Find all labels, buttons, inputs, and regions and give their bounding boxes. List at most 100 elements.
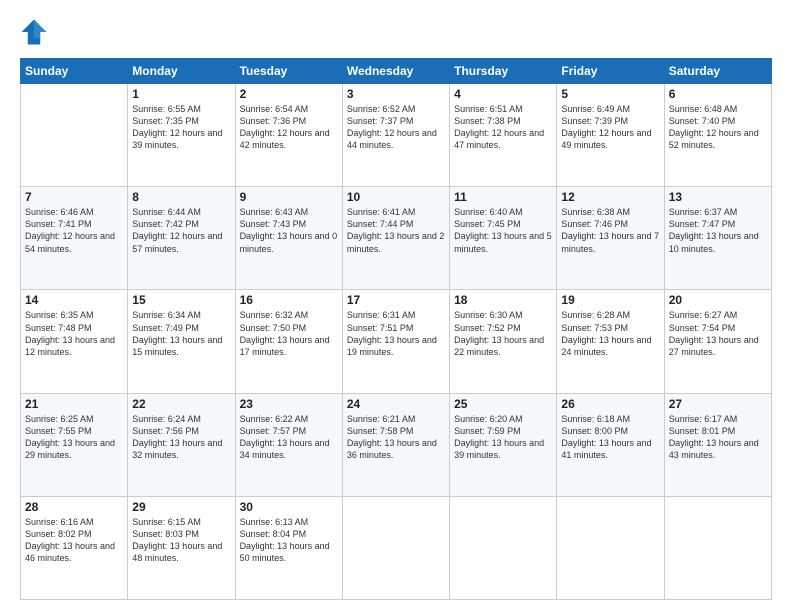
header — [20, 18, 772, 46]
cell-info: Sunrise: 6:40 AMSunset: 7:45 PMDaylight:… — [454, 206, 552, 255]
day-number: 30 — [240, 500, 338, 514]
calendar-cell: 9 Sunrise: 6:43 AMSunset: 7:43 PMDaylight… — [235, 187, 342, 290]
day-number: 22 — [132, 397, 230, 411]
calendar-cell: 12Sunrise: 6:38 AMSunset: 7:46 PMDayligh… — [557, 187, 664, 290]
calendar-cell: 13 Sunrise: 6:37 AMSunset: 7:47 PMDayligh… — [664, 187, 771, 290]
day-number: 12 — [561, 190, 659, 204]
day-number: 26 — [561, 397, 659, 411]
day-number: 3 — [347, 87, 445, 101]
logo-icon — [20, 18, 48, 46]
cell-info: Sunrise: 6:32 AMSunset: 7:50 PMDaylight:… — [240, 309, 338, 358]
day-number: 27 — [669, 397, 767, 411]
day-number: 19 — [561, 293, 659, 307]
day-number: 2 — [240, 87, 338, 101]
day-number: 5 — [561, 87, 659, 101]
day-number: 1 — [132, 87, 230, 101]
calendar-header-row: SundayMondayTuesdayWednesdayThursdayFrid… — [21, 59, 772, 84]
cell-info: Sunrise: 6:27 AMSunset: 7:54 PMDaylight:… — [669, 309, 767, 358]
cell-info: Sunrise: 6:24 AMSunset: 7:56 PMDaylight:… — [132, 413, 230, 462]
calendar-cell: 18Sunrise: 6:30 AMSunset: 7:52 PMDayligh… — [450, 290, 557, 393]
calendar-day-header: Saturday — [664, 59, 771, 84]
calendar-cell: 21 Sunrise: 6:25 AMSunset: 7:55 PMDayligh… — [21, 393, 128, 496]
calendar-cell: 1 Sunrise: 6:55 AMSunset: 7:35 PMDaylight… — [128, 84, 235, 187]
day-number: 20 — [669, 293, 767, 307]
cell-info: Sunrise: 6:31 AMSunset: 7:51 PMDaylight:… — [347, 309, 445, 358]
day-number: 23 — [240, 397, 338, 411]
calendar-cell: 2 Sunrise: 6:54 AMSunset: 7:36 PMDaylight… — [235, 84, 342, 187]
cell-info: Sunrise: 6:44 AMSunset: 7:42 PMDaylight:… — [132, 206, 230, 255]
cell-info: Sunrise: 6:35 AMSunset: 7:48 PMDaylight:… — [25, 309, 123, 358]
day-number: 13 — [669, 190, 767, 204]
calendar-cell: 10 Sunrise: 6:41 AMSunset: 7:44 PMDayligh… — [342, 187, 449, 290]
calendar-day-header: Thursday — [450, 59, 557, 84]
calendar-day-header: Wednesday — [342, 59, 449, 84]
cell-info: Sunrise: 6:51 AMSunset: 7:38 PMDaylight:… — [454, 103, 552, 152]
calendar-cell: 29 Sunrise: 6:15 AMSunset: 8:03 PMDayligh… — [128, 496, 235, 599]
calendar-cell: 4Sunrise: 6:51 AMSunset: 7:38 PMDaylight… — [450, 84, 557, 187]
calendar-week-row: 14 Sunrise: 6:35 AMSunset: 7:48 PMDayligh… — [21, 290, 772, 393]
calendar-cell: 23 Sunrise: 6:22 AMSunset: 7:57 PMDayligh… — [235, 393, 342, 496]
cell-info: Sunrise: 6:48 AMSunset: 7:40 PMDaylight:… — [669, 103, 767, 152]
calendar-cell — [21, 84, 128, 187]
logo — [20, 18, 52, 46]
cell-info: Sunrise: 6:28 AMSunset: 7:53 PMDaylight:… — [561, 309, 659, 358]
calendar-cell: 15Sunrise: 6:34 AMSunset: 7:49 PMDayligh… — [128, 290, 235, 393]
cell-info: Sunrise: 6:15 AMSunset: 8:03 PMDaylight:… — [132, 516, 230, 565]
calendar-cell: 28Sunrise: 6:16 AMSunset: 8:02 PMDayligh… — [21, 496, 128, 599]
calendar-cell: 8 Sunrise: 6:44 AMSunset: 7:42 PMDaylight… — [128, 187, 235, 290]
cell-info: Sunrise: 6:54 AMSunset: 7:36 PMDaylight:… — [240, 103, 338, 152]
day-number: 21 — [25, 397, 123, 411]
calendar-cell: 16 Sunrise: 6:32 AMSunset: 7:50 PMDayligh… — [235, 290, 342, 393]
day-number: 11 — [454, 190, 552, 204]
cell-info: Sunrise: 6:20 AMSunset: 7:59 PMDaylight:… — [454, 413, 552, 462]
calendar-cell: 11 Sunrise: 6:40 AMSunset: 7:45 PMDayligh… — [450, 187, 557, 290]
calendar-cell: 5 Sunrise: 6:49 AMSunset: 7:39 PMDaylight… — [557, 84, 664, 187]
cell-info: Sunrise: 6:41 AMSunset: 7:44 PMDaylight:… — [347, 206, 445, 255]
day-number: 16 — [240, 293, 338, 307]
cell-info: Sunrise: 6:43 AMSunset: 7:43 PMDaylight:… — [240, 206, 338, 255]
calendar-table: SundayMondayTuesdayWednesdayThursdayFrid… — [20, 58, 772, 600]
calendar-cell — [664, 496, 771, 599]
calendar-week-row: 21 Sunrise: 6:25 AMSunset: 7:55 PMDayligh… — [21, 393, 772, 496]
day-number: 14 — [25, 293, 123, 307]
cell-info: Sunrise: 6:46 AMSunset: 7:41 PMDaylight:… — [25, 206, 123, 255]
day-number: 29 — [132, 500, 230, 514]
cell-info: Sunrise: 6:49 AMSunset: 7:39 PMDaylight:… — [561, 103, 659, 152]
day-number: 25 — [454, 397, 552, 411]
calendar-cell: 20 Sunrise: 6:27 AMSunset: 7:54 PMDayligh… — [664, 290, 771, 393]
cell-info: Sunrise: 6:22 AMSunset: 7:57 PMDaylight:… — [240, 413, 338, 462]
day-number: 17 — [347, 293, 445, 307]
calendar-week-row: 28Sunrise: 6:16 AMSunset: 8:02 PMDayligh… — [21, 496, 772, 599]
day-number: 24 — [347, 397, 445, 411]
cell-info: Sunrise: 6:21 AMSunset: 7:58 PMDaylight:… — [347, 413, 445, 462]
day-number: 9 — [240, 190, 338, 204]
cell-info: Sunrise: 6:52 AMSunset: 7:37 PMDaylight:… — [347, 103, 445, 152]
calendar-day-header: Monday — [128, 59, 235, 84]
day-number: 6 — [669, 87, 767, 101]
day-number: 10 — [347, 190, 445, 204]
calendar-week-row: 7 Sunrise: 6:46 AMSunset: 7:41 PMDaylight… — [21, 187, 772, 290]
day-number: 7 — [25, 190, 123, 204]
calendar-cell: 7 Sunrise: 6:46 AMSunset: 7:41 PMDaylight… — [21, 187, 128, 290]
calendar-cell: 17 Sunrise: 6:31 AMSunset: 7:51 PMDayligh… — [342, 290, 449, 393]
calendar-cell: 24 Sunrise: 6:21 AMSunset: 7:58 PMDayligh… — [342, 393, 449, 496]
day-number: 18 — [454, 293, 552, 307]
cell-info: Sunrise: 6:25 AMSunset: 7:55 PMDaylight:… — [25, 413, 123, 462]
calendar-cell: 22 Sunrise: 6:24 AMSunset: 7:56 PMDayligh… — [128, 393, 235, 496]
day-number: 28 — [25, 500, 123, 514]
calendar-week-row: 1 Sunrise: 6:55 AMSunset: 7:35 PMDaylight… — [21, 84, 772, 187]
cell-info: Sunrise: 6:37 AMSunset: 7:47 PMDaylight:… — [669, 206, 767, 255]
cell-info: Sunrise: 6:18 AMSunset: 8:00 PMDaylight:… — [561, 413, 659, 462]
calendar-cell: 19 Sunrise: 6:28 AMSunset: 7:53 PMDayligh… — [557, 290, 664, 393]
page: SundayMondayTuesdayWednesdayThursdayFrid… — [0, 0, 792, 612]
calendar-day-header: Friday — [557, 59, 664, 84]
calendar-cell: 14 Sunrise: 6:35 AMSunset: 7:48 PMDayligh… — [21, 290, 128, 393]
calendar-cell: 6 Sunrise: 6:48 AMSunset: 7:40 PMDaylight… — [664, 84, 771, 187]
calendar-day-header: Sunday — [21, 59, 128, 84]
calendar-cell: 30Sunrise: 6:13 AMSunset: 8:04 PMDayligh… — [235, 496, 342, 599]
day-number: 8 — [132, 190, 230, 204]
calendar-cell: 27Sunrise: 6:17 AMSunset: 8:01 PMDayligh… — [664, 393, 771, 496]
calendar-cell: 25 Sunrise: 6:20 AMSunset: 7:59 PMDayligh… — [450, 393, 557, 496]
cell-info: Sunrise: 6:55 AMSunset: 7:35 PMDaylight:… — [132, 103, 230, 152]
calendar-cell — [342, 496, 449, 599]
